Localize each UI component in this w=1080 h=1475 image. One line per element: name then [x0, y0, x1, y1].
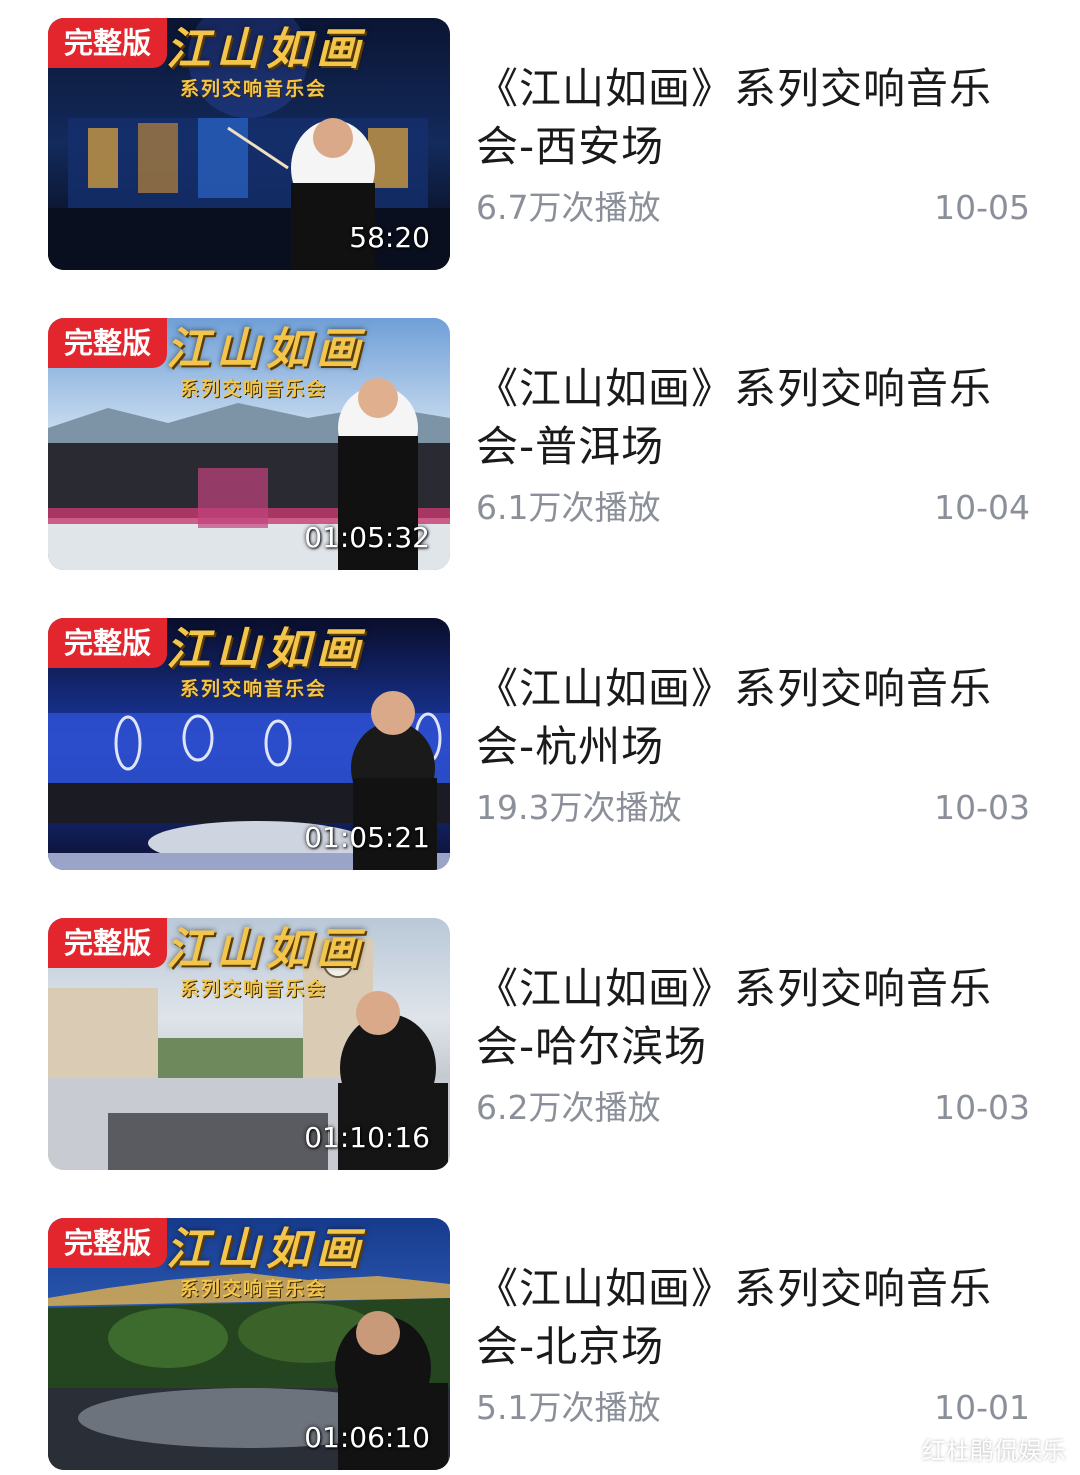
thumbnail-subtitle: 系列交响音乐会: [180, 78, 328, 100]
thumbnail-subtitle: 系列交响音乐会: [180, 378, 328, 400]
thumbnail-title: 江山如画: [166, 1224, 366, 1275]
video-thumbnail[interactable]: 完整版 江山如画 系列交响音乐会 01:06:10: [48, 1218, 450, 1470]
publish-date: 10-03: [934, 788, 1030, 827]
video-duration: 01:05:32: [304, 521, 430, 554]
thumbnail-subtitle: 系列交响音乐会: [180, 978, 328, 1000]
thumbnail-title: 江山如画: [166, 24, 366, 75]
video-thumbnail[interactable]: 完整版 江山如画 系列交响音乐会 58:20: [48, 18, 450, 270]
video-list-item[interactable]: 完整版 江山如画 系列交响音乐会 58:20 《江山如画》系列交响音乐会-西安场…: [0, 18, 1080, 270]
view-count: 6.2万次播放: [476, 1088, 661, 1127]
video-list-item[interactable]: 完整版 江山如画 系列交响音乐会 01:05:21 《江山如画》系列交响音乐会-…: [0, 618, 1080, 870]
video-title[interactable]: 《江山如画》系列交响音乐会-西安场: [476, 60, 1036, 176]
video-list-item[interactable]: 完整版 江山如画 系列交响音乐会 01:06:10 《江山如画》系列交响音乐会-…: [0, 1218, 1080, 1470]
video-duration: 01:10:16: [304, 1121, 430, 1154]
full-version-badge: 完整版: [48, 1218, 168, 1268]
thumbnail-title: 江山如画: [166, 924, 366, 975]
video-duration: 58:20: [349, 221, 430, 254]
thumbnail-subtitle: 系列交响音乐会: [180, 678, 328, 700]
full-version-badge: 完整版: [48, 18, 168, 68]
video-title[interactable]: 《江山如画》系列交响音乐会-哈尔滨场: [476, 960, 1036, 1076]
video-thumbnail[interactable]: 完整版 江山如画 系列交响音乐会 01:05:21: [48, 618, 450, 870]
publish-date: 10-04: [934, 488, 1030, 527]
publish-date: 10-03: [934, 1088, 1030, 1127]
thumbnail-title: 江山如画: [166, 624, 366, 675]
publish-date: 10-05: [934, 188, 1030, 227]
video-list-item[interactable]: 完整版 江山如画 系列交响音乐会 01:05:32 《江山如画》系列交响音乐会-…: [0, 318, 1080, 570]
thumbnail-title: 江山如画: [166, 324, 366, 375]
video-thumbnail[interactable]: 完整版 江山如画 系列交响音乐会 01:10:16: [48, 918, 450, 1170]
full-version-badge: 完整版: [48, 618, 168, 668]
full-version-badge: 完整版: [48, 318, 168, 368]
full-version-badge: 完整版: [48, 918, 168, 968]
publish-date: 10-01: [934, 1388, 1030, 1427]
video-thumbnail[interactable]: 完整版 江山如画 系列交响音乐会 01:05:32: [48, 318, 450, 570]
video-duration: 01:06:10: [304, 1421, 430, 1454]
watermark: 红杜鹃侃娱乐: [922, 1437, 1066, 1465]
view-count: 5.1万次播放: [476, 1388, 661, 1427]
view-count: 6.7万次播放: [476, 188, 661, 227]
video-list-item[interactable]: 完整版 江山如画 系列交响音乐会 01:10:16 《江山如画》系列交响音乐会-…: [0, 918, 1080, 1170]
video-title[interactable]: 《江山如画》系列交响音乐会-普洱场: [476, 360, 1036, 476]
view-count: 19.3万次播放: [476, 788, 682, 827]
thumbnail-subtitle: 系列交响音乐会: [180, 1278, 328, 1300]
video-title[interactable]: 《江山如画》系列交响音乐会-北京场: [476, 1260, 1036, 1376]
video-duration: 01:05:21: [304, 821, 430, 854]
video-title[interactable]: 《江山如画》系列交响音乐会-杭州场: [476, 660, 1036, 776]
view-count: 6.1万次播放: [476, 488, 661, 527]
